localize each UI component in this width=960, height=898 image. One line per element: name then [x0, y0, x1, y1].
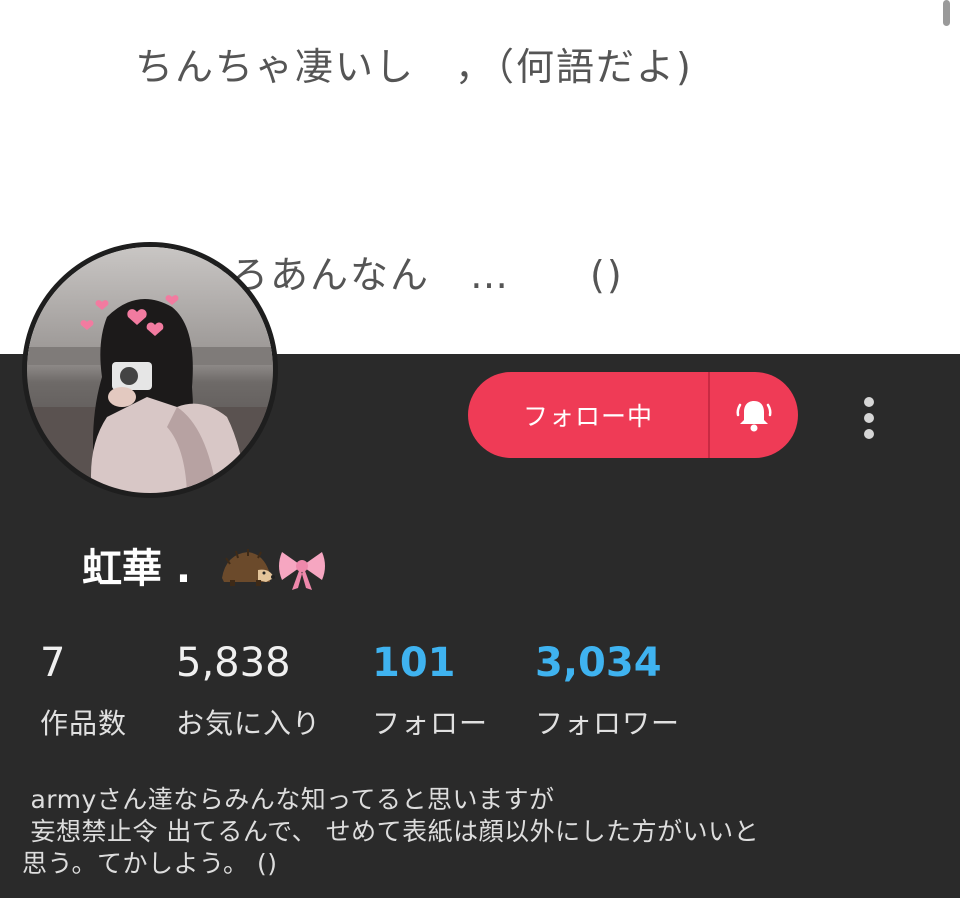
stat-works-value: 7 — [40, 640, 66, 686]
stat-works[interactable]: 7 作品数 — [40, 640, 127, 742]
stat-following[interactable]: 101 フォロー — [372, 640, 488, 742]
stat-following-label: フォロー — [372, 707, 489, 740]
follow-button-label: フォロー中 — [522, 402, 653, 431]
scrollbar[interactable] — [943, 0, 950, 26]
stat-followers-value: 3,034 — [535, 640, 662, 686]
stat-favorites-label: お気に入り — [176, 707, 322, 740]
bio-line: armyさん達ならみんな知ってると思いますが — [22, 785, 555, 814]
profile-name-emojis — [218, 544, 330, 596]
hedgehog-emoji — [222, 549, 275, 586]
notification-bell-button[interactable] — [710, 395, 798, 435]
bell-icon — [736, 401, 772, 432]
cover-text-line-2: やろあんなん … () — [190, 253, 624, 297]
avatar[interactable] — [22, 242, 278, 498]
avatar-image — [27, 247, 273, 493]
stat-favorites-value: 5,838 — [176, 640, 291, 686]
more-vertical-icon — [864, 397, 874, 439]
more-menu-button[interactable] — [855, 396, 883, 440]
profile-name: 虹華 . — [82, 546, 192, 592]
stat-favorites[interactable]: 5,838 お気に入り — [176, 640, 321, 742]
stat-works-label: 作品数 — [40, 707, 128, 740]
stat-followers[interactable]: 3,034 フォロワー — [535, 640, 680, 742]
cover-text-line-1: ちんちゃ凄いし ，（何語だよ) — [135, 45, 693, 89]
follow-button[interactable]: フォロー中 — [468, 372, 798, 458]
bio-line: 思う。てかしよう。 () — [22, 849, 278, 878]
stat-followers-label: フォロワー — [535, 707, 681, 740]
ribbon-emoji — [279, 552, 325, 590]
stat-following-value: 101 — [372, 640, 456, 686]
profile-bio: armyさん達ならみんな知ってると思いますが 妄想禁止令 出てるんで、 せめて表… — [22, 784, 942, 880]
bio-line: 妄想禁止令 出てるんで、 せめて表紙は顔以外にした方がいいと — [22, 817, 760, 846]
